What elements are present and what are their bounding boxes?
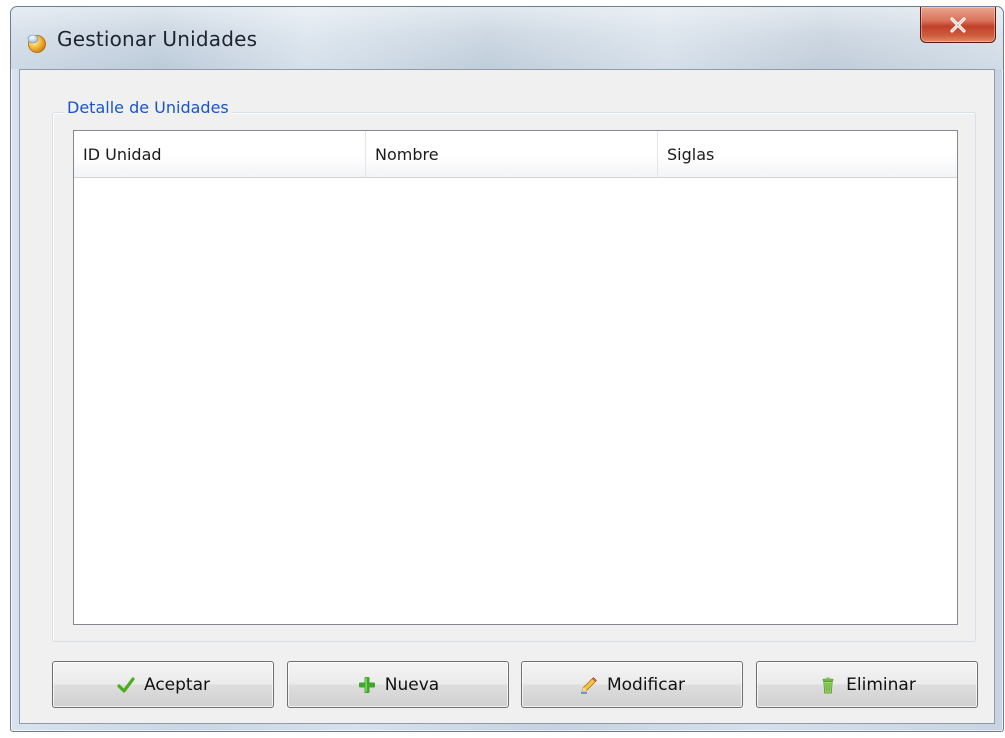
- unidades-table[interactable]: ID Unidad Nombre Siglas: [73, 130, 958, 625]
- column-header-nombre[interactable]: Nombre: [366, 131, 658, 177]
- eliminar-button[interactable]: Eliminar: [756, 661, 978, 708]
- dialog-window: Gestionar Unidades Detalle de Unidades I…: [10, 6, 1004, 732]
- plus-icon: [358, 676, 375, 693]
- dialog-client-area: Detalle de Unidades ID Unidad Nombre Sig…: [19, 69, 995, 724]
- app-icon: [27, 34, 46, 53]
- window-title: Gestionar Unidades: [57, 27, 258, 51]
- close-button[interactable]: [920, 7, 996, 43]
- aceptar-button[interactable]: Aceptar: [52, 661, 274, 708]
- trash-icon: [822, 677, 834, 693]
- nueva-label: Nueva: [384, 674, 440, 695]
- nueva-button[interactable]: Nueva: [287, 661, 509, 708]
- modificar-button[interactable]: Modificar: [521, 661, 743, 708]
- title-bar[interactable]: Gestionar Unidades: [11, 7, 1003, 69]
- close-icon: [950, 16, 966, 33]
- check-icon: [117, 676, 135, 693]
- modificar-label: Modificar: [606, 674, 686, 695]
- column-header-siglas[interactable]: Siglas: [658, 131, 957, 177]
- pencil-icon: [580, 676, 597, 694]
- eliminar-label: Eliminar: [846, 674, 916, 695]
- aceptar-label: Aceptar: [144, 674, 210, 695]
- table-header: ID Unidad Nombre Siglas: [74, 131, 957, 178]
- table-body[interactable]: [74, 178, 957, 624]
- groupbox-title: Detalle de Unidades: [64, 98, 232, 117]
- column-header-id-unidad[interactable]: ID Unidad: [74, 131, 366, 177]
